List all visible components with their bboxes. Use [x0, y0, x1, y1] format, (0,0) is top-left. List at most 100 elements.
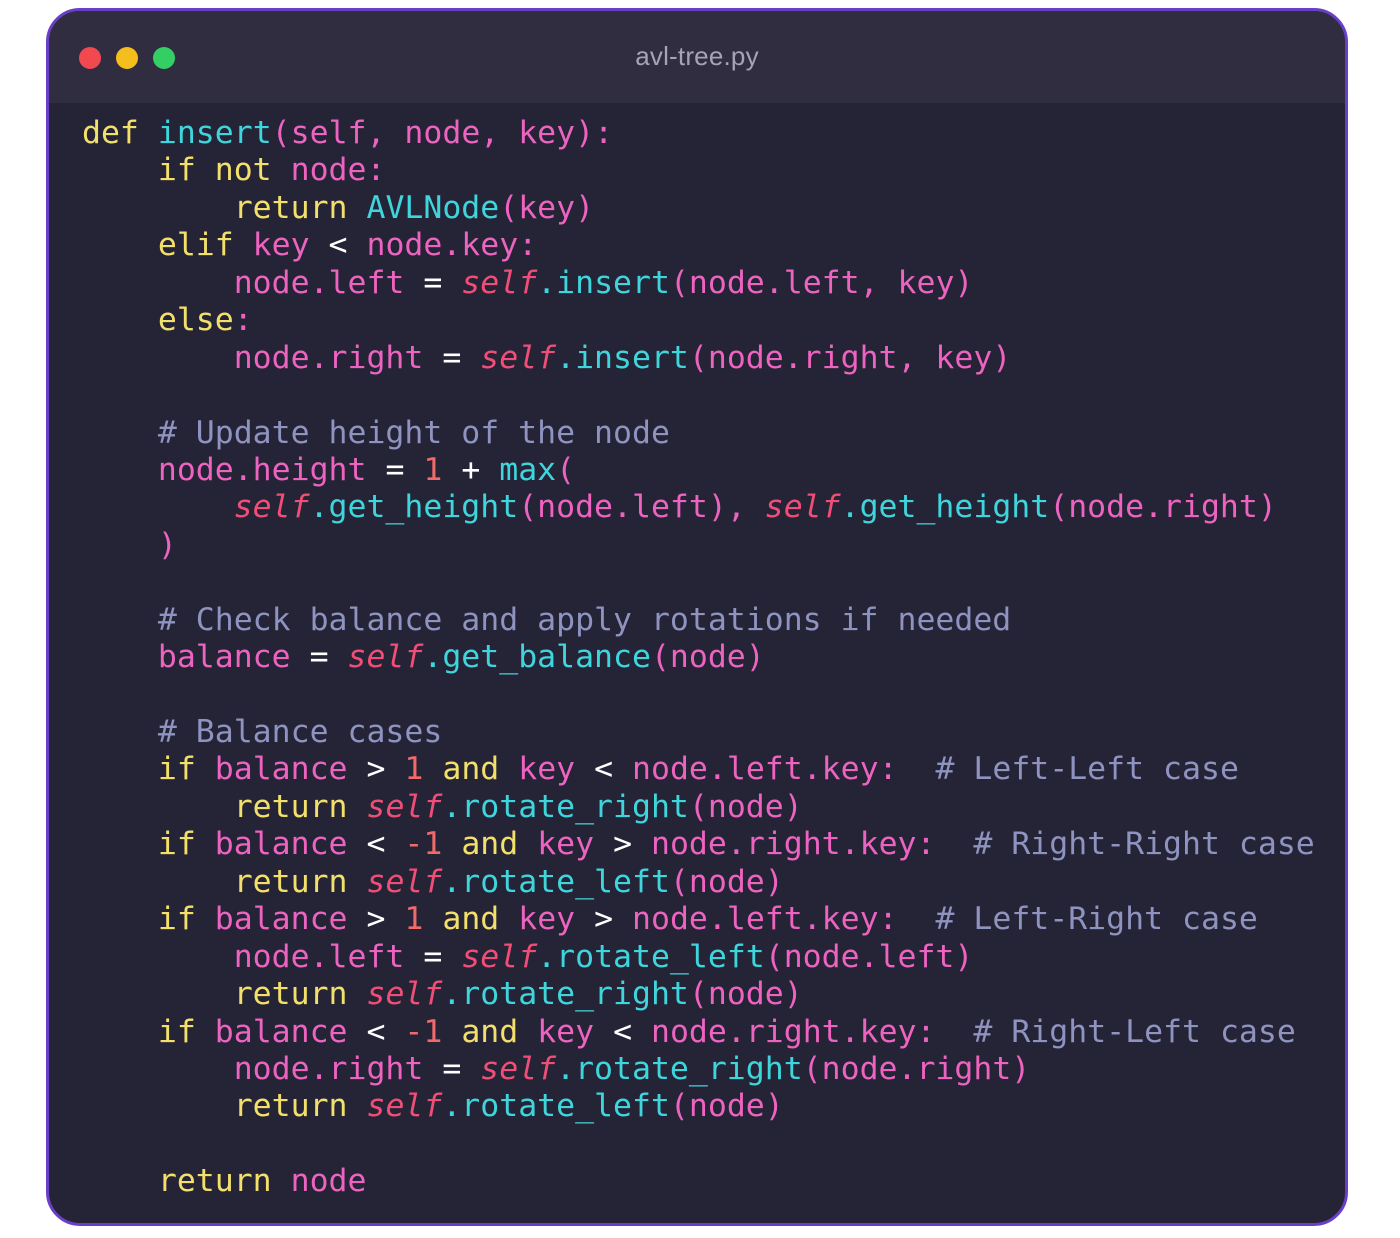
code-text: (node) [650, 639, 765, 676]
code-text: key [499, 901, 595, 938]
code-text: (self, node, key): [271, 115, 614, 151]
code-text: (node.right) [1049, 489, 1277, 526]
code-number: -1 [404, 826, 443, 863]
code-text: node.left [82, 264, 424, 301]
code-text: balance [82, 639, 310, 676]
code-text: (key) [499, 189, 595, 226]
code-line: node.left = self.insert(node.left, key) [82, 265, 1315, 302]
code-operator: < [328, 227, 348, 264]
code-operator: = [442, 339, 462, 376]
code-function-name: .get_height [309, 489, 519, 526]
code-function-name: .rotate_left [442, 1088, 670, 1125]
code-self-keyword: self [366, 1088, 443, 1125]
code-operator: = [309, 639, 329, 676]
code-text: node.left.key: [613, 901, 936, 938]
code-line: if not node: [82, 152, 1315, 189]
code-text: ( [556, 451, 576, 488]
code-operator: > [366, 901, 386, 938]
code-text: node.right.key: [632, 1013, 974, 1050]
code-line: if balance < -1 and key > node.right.key… [82, 826, 1315, 863]
code-text: node [271, 1163, 367, 1200]
code-editor[interactable]: def insert(self, node, key): if not node… [82, 115, 1315, 1201]
code-text: balance [195, 826, 367, 863]
code-comment: # Balance cases [157, 714, 443, 750]
code-operator: = [385, 451, 405, 488]
code-keyword: return [233, 976, 348, 1013]
code-self-keyword: self [366, 976, 443, 1013]
code-function-name: insert [157, 115, 272, 151]
code-line: else: [82, 302, 1315, 339]
code-operator: > [594, 901, 614, 938]
code-function-name: .rotate_right [442, 788, 689, 825]
code-line: def insert(self, node, key): [82, 115, 1315, 152]
code-text: (node.left) [764, 938, 974, 975]
code-keyword: elif [157, 227, 234, 264]
code-text: node.left.key: [613, 751, 936, 788]
code-self-keyword: self [461, 264, 538, 301]
code-self-keyword: self [366, 863, 443, 900]
title-bar: avl-tree.py [49, 11, 1345, 103]
code-function-name: .rotate_right [556, 1050, 803, 1087]
code-number: -1 [404, 1013, 443, 1050]
code-text: key [518, 826, 614, 863]
code-text: (node) [669, 863, 784, 900]
code-function-name: .get_balance [423, 639, 651, 676]
code-line: # Balance cases [82, 714, 1315, 751]
code-self-keyword: self [461, 938, 538, 975]
code-keyword: if [157, 901, 196, 938]
code-text: node: [271, 152, 386, 189]
code-text: (node.right, key) [688, 339, 1012, 376]
code-text: balance [195, 1013, 367, 1050]
code-text: (node) [669, 1088, 784, 1125]
code-line: if balance > 1 and key > node.left.key: … [82, 901, 1315, 938]
code-text: key [499, 751, 595, 788]
code-text: node.right [82, 339, 443, 376]
code-keyword: def [82, 115, 139, 151]
code-comment: # Update height of the node [157, 414, 670, 451]
code-keyword: and [442, 901, 500, 938]
code-function-name: AVLNode [366, 189, 500, 226]
code-line: return self.rotate_left(node) [82, 1088, 1315, 1125]
code-self-keyword: self [347, 639, 424, 676]
code-text: node.key: [347, 227, 538, 264]
code-keyword: return [233, 863, 348, 900]
code-line: self.get_height(node.left), self.get_hei… [82, 489, 1315, 526]
code-function-name: .insert [537, 264, 670, 301]
code-text: balance [195, 751, 367, 788]
code-operator: = [442, 1050, 462, 1087]
code-text: ) [82, 526, 177, 563]
code-text: : [233, 302, 253, 339]
code-function-name: .rotate_right [442, 976, 689, 1013]
code-keyword: return [233, 189, 348, 226]
code-self-keyword: self [366, 788, 443, 825]
code-function-name: max [499, 451, 557, 488]
code-line: node.right = self.rotate_right(node.righ… [82, 1051, 1315, 1088]
code-operator: > [366, 751, 386, 788]
code-keyword: if [157, 1013, 196, 1050]
code-keyword: if not [157, 152, 272, 189]
code-text: (node.right) [802, 1050, 1031, 1087]
